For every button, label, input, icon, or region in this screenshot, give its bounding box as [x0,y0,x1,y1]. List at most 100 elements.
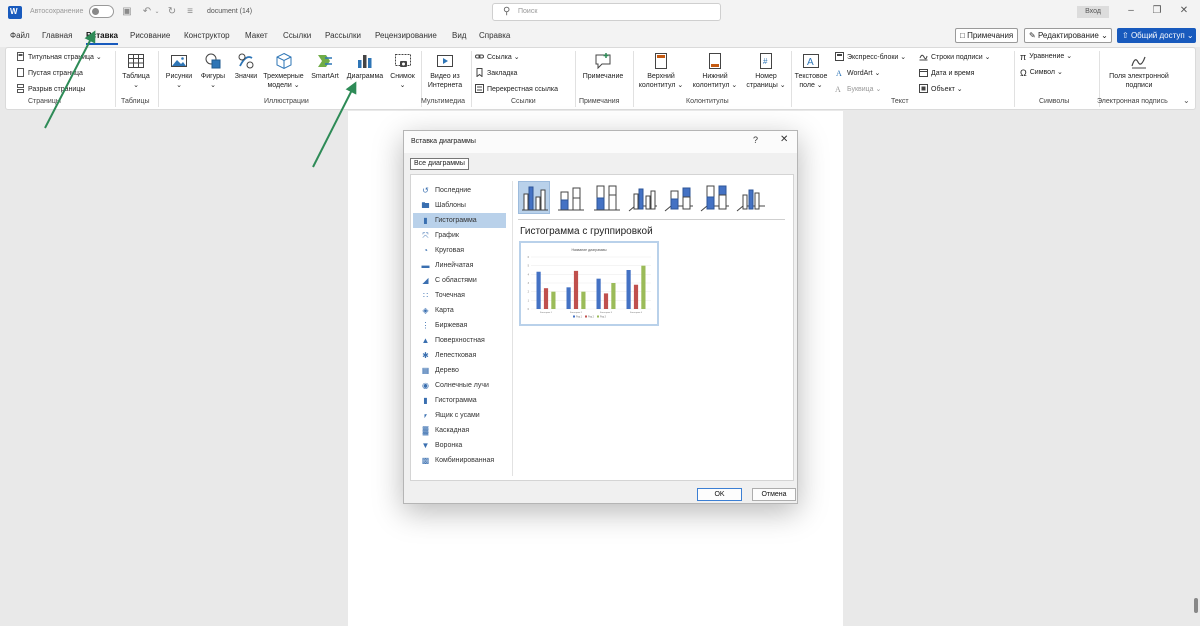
chart-type-item[interactable]: ◉ Солнечные лучи [413,378,506,393]
chart-preview[interactable]: Название диаграммы 0 1 2 3 4 5 6 Категория 1 Кате… [519,241,659,326]
cross-reference-button[interactable]: Перекрестная ссылка [475,84,558,93]
chart-button[interactable]: Диаграмма [343,52,387,81]
icons-button[interactable]: Значки [231,52,261,81]
tab-design[interactable]: Конструктор [184,31,230,40]
tab-layout[interactable]: Макет [245,31,268,40]
chart-type-item[interactable]: ⤧ График [413,228,506,243]
3d-column-thumbnail[interactable] [734,181,766,214]
link-button[interactable]: Ссылка ⌄ [475,52,520,61]
customize-qat-icon[interactable]: ≡ [183,5,197,19]
ribbon-tabs: Файл Главная Вставка Рисование Конструкт… [0,25,1200,47]
close-icon[interactable]: ✕ [780,134,788,145]
tab-file[interactable]: Файл [10,31,30,40]
undo-icon[interactable]: ↶ [140,5,154,19]
chart-type-item[interactable]: ◈ Карта [413,303,506,318]
esign-fields-button[interactable]: Поля электронной подписи [1100,52,1178,90]
autosave-toggle[interactable] [89,5,114,18]
tab-view[interactable]: Вид [452,31,466,40]
tab-home[interactable]: Главная [42,31,72,40]
ok-button[interactable]: OK [697,488,742,501]
signin-button[interactable]: Вход [1077,6,1109,18]
smartart-button[interactable]: SmartArt [308,52,342,81]
chart-type-item[interactable]: ▓ Каскадная [413,423,506,438]
text-box-button[interactable]: A Текстовое поле ⌄ [792,52,830,90]
chart-type-item[interactable]: ▬ Линейчатая [413,258,506,273]
chart-type-item[interactable]: ∷ Точечная [413,288,506,303]
tab-references[interactable]: Ссылки [283,31,311,40]
chart-type-item[interactable]: ▲ Поверхностная [413,333,506,348]
quick-parts-button[interactable]: Экспресс-блоки ⌄ [835,52,906,61]
chart-type-item[interactable]: 🖿 Шаблоны [413,198,506,213]
page-break-button[interactable]: Разрыв страницы [16,84,85,93]
save-icon[interactable]: ▣ [120,5,134,19]
redo-icon[interactable]: ↻ [165,5,179,19]
chart-type-item[interactable]: ▦ Дерево [413,363,506,378]
percent-column-thumbnail[interactable] [590,181,622,214]
header-button[interactable]: Верхний колонтитул ⌄ [636,52,686,90]
help-icon[interactable]: ? [753,135,758,145]
3d-stacked-column-thumbnail[interactable] [662,181,694,214]
equation-button[interactable]: π Уравнение ⌄ [1020,52,1072,62]
stacked-column-thumbnail[interactable] [554,181,586,214]
tab-all-charts[interactable]: Все диаграммы [410,158,469,170]
chart-type-item[interactable]: ✱ Лепестковая [413,348,506,363]
chart-type-item[interactable]: ◔ Круговая [413,243,506,258]
pictures-button[interactable]: Рисунки ⌄ [163,52,195,90]
chart-type-item[interactable]: ⎖ Ящик с усами [413,408,506,423]
comments-button[interactable]: □ Примечания [955,28,1018,43]
shapes-button[interactable]: Фигуры ⌄ [197,52,229,90]
screenshot-button[interactable]: Снимок ⌄ [387,52,418,90]
chart-type-item[interactable]: ↺ Последние [413,183,506,198]
page-number-label-1: Номер [755,73,777,80]
wordart-button[interactable]: A WordArt ⌄ [835,68,880,77]
new-comment-button[interactable]: Примечание [578,52,628,81]
quick-parts-icon [835,52,844,61]
chevron-down-icon: ⌄ [779,82,786,89]
chart-type-item[interactable]: ◢ С областями [413,273,506,288]
collapse-ribbon-icon[interactable]: ⌄ [1183,96,1190,105]
chevron-down-icon: ⌄ [176,82,182,89]
tab-mailings[interactable]: Рассылки [325,31,361,40]
tab-review[interactable]: Рецензирование [375,31,437,40]
chart-type-item[interactable]: ▮ Гистограмма [413,393,506,408]
pi-icon: π [1020,52,1027,62]
chart-type-item[interactable]: ▩ Комбинированная [413,453,506,468]
editing-mode-button[interactable]: ✎ Редактирование ⌄ [1024,28,1112,43]
online-video-button[interactable]: Видео из Интернета [424,52,466,90]
clustered-column-icon [522,186,548,211]
blank-page-button[interactable]: Пустая страница [16,68,83,77]
object-button[interactable]: Объект ⌄ [919,84,963,93]
search-box[interactable]: ⚲ Поиск [492,3,721,21]
drop-cap-button[interactable]: A Буквица ⌄ [835,84,881,93]
date-time-button[interactable]: Дата и время [919,68,974,77]
3d-clustered-column-thumbnail[interactable] [626,181,658,214]
share-button[interactable]: ⇧ Общий доступ ⌄ [1117,28,1196,43]
chart-type-item[interactable]: ▼ Воронка [413,438,506,453]
vertical-scrollbar[interactable] [1194,598,1198,613]
y-tick-label: 3 [528,282,530,285]
minimize-icon[interactable]: – [1124,4,1138,18]
legend-swatch [573,315,575,318]
line-chart-icon: ⤧ [422,231,429,240]
tab-draw[interactable]: Рисование [130,31,170,40]
tab-insert[interactable]: Вставка [86,31,118,45]
clustered-column-thumbnail[interactable] [518,181,550,214]
footer-button[interactable]: Нижний колонтитул ⌄ [689,52,741,90]
symbol-button[interactable]: Ω Символ ⌄ [1020,68,1063,78]
tab-help[interactable]: Справка [479,31,510,40]
cover-page-button[interactable]: Титульная страница ⌄ [16,52,102,61]
chart-type-item[interactable]: ▮ Гистограмма [413,213,506,228]
3d-models-button[interactable]: Трехмерные модели ⌄ [261,52,306,90]
bookmark-button[interactable]: Закладка [475,68,517,77]
undo-dropdown-icon[interactable]: ⌄ [153,5,161,19]
chart-type-item[interactable]: ⋮ Биржевая [413,318,506,333]
table-button[interactable]: Таблица ⌄ [120,52,152,90]
3d-percent-column-thumbnail[interactable] [698,181,730,214]
restore-icon[interactable]: ❐ [1150,4,1164,18]
cancel-button[interactable]: Отмена [752,488,796,501]
signature-line-button[interactable]: Строки подписи ⌄ [919,52,991,61]
group-label-symbols: Символы [1039,98,1070,105]
page-number-button[interactable]: # Номер страницы ⌄ [743,52,789,90]
close-window-icon[interactable]: ✕ [1177,4,1191,18]
svg-text:A: A [807,57,814,68]
